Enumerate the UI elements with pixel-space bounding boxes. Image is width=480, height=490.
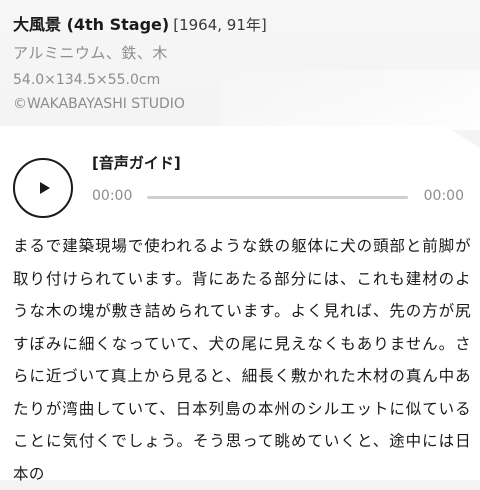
artwork-dimensions: 54.0×134.5×55.0cm bbox=[13, 72, 161, 88]
artwork-year: [1964, 91年] bbox=[173, 16, 267, 34]
current-time: 00:00 bbox=[92, 188, 133, 204]
audio-player: [音声ガイド] 00:00 00:00 bbox=[13, 150, 468, 218]
play-icon bbox=[39, 182, 50, 194]
audio-guide-label: [音声ガイド] bbox=[92, 154, 181, 172]
seek-bar[interactable] bbox=[147, 196, 408, 199]
artwork-credit: ©WAKABAYASHI STUDIO bbox=[13, 96, 185, 112]
play-button[interactable] bbox=[13, 158, 73, 218]
artwork-header: 大風景 (4th Stage) [1964, 91年] アルミニウム、鉄、木 54… bbox=[13, 14, 470, 114]
duration-time: 00:00 bbox=[423, 188, 464, 204]
title-line: 大風景 (4th Stage) [1964, 91年] bbox=[13, 14, 470, 36]
artwork-material: アルミニウム、鉄、木 bbox=[13, 44, 168, 62]
artwork-description: まるで建築現場で使われるような鉄の躯体に犬の頭部と前脚が取り付けられています。背… bbox=[13, 237, 471, 483]
artwork-title: 大風景 (4th Stage) bbox=[13, 15, 170, 34]
